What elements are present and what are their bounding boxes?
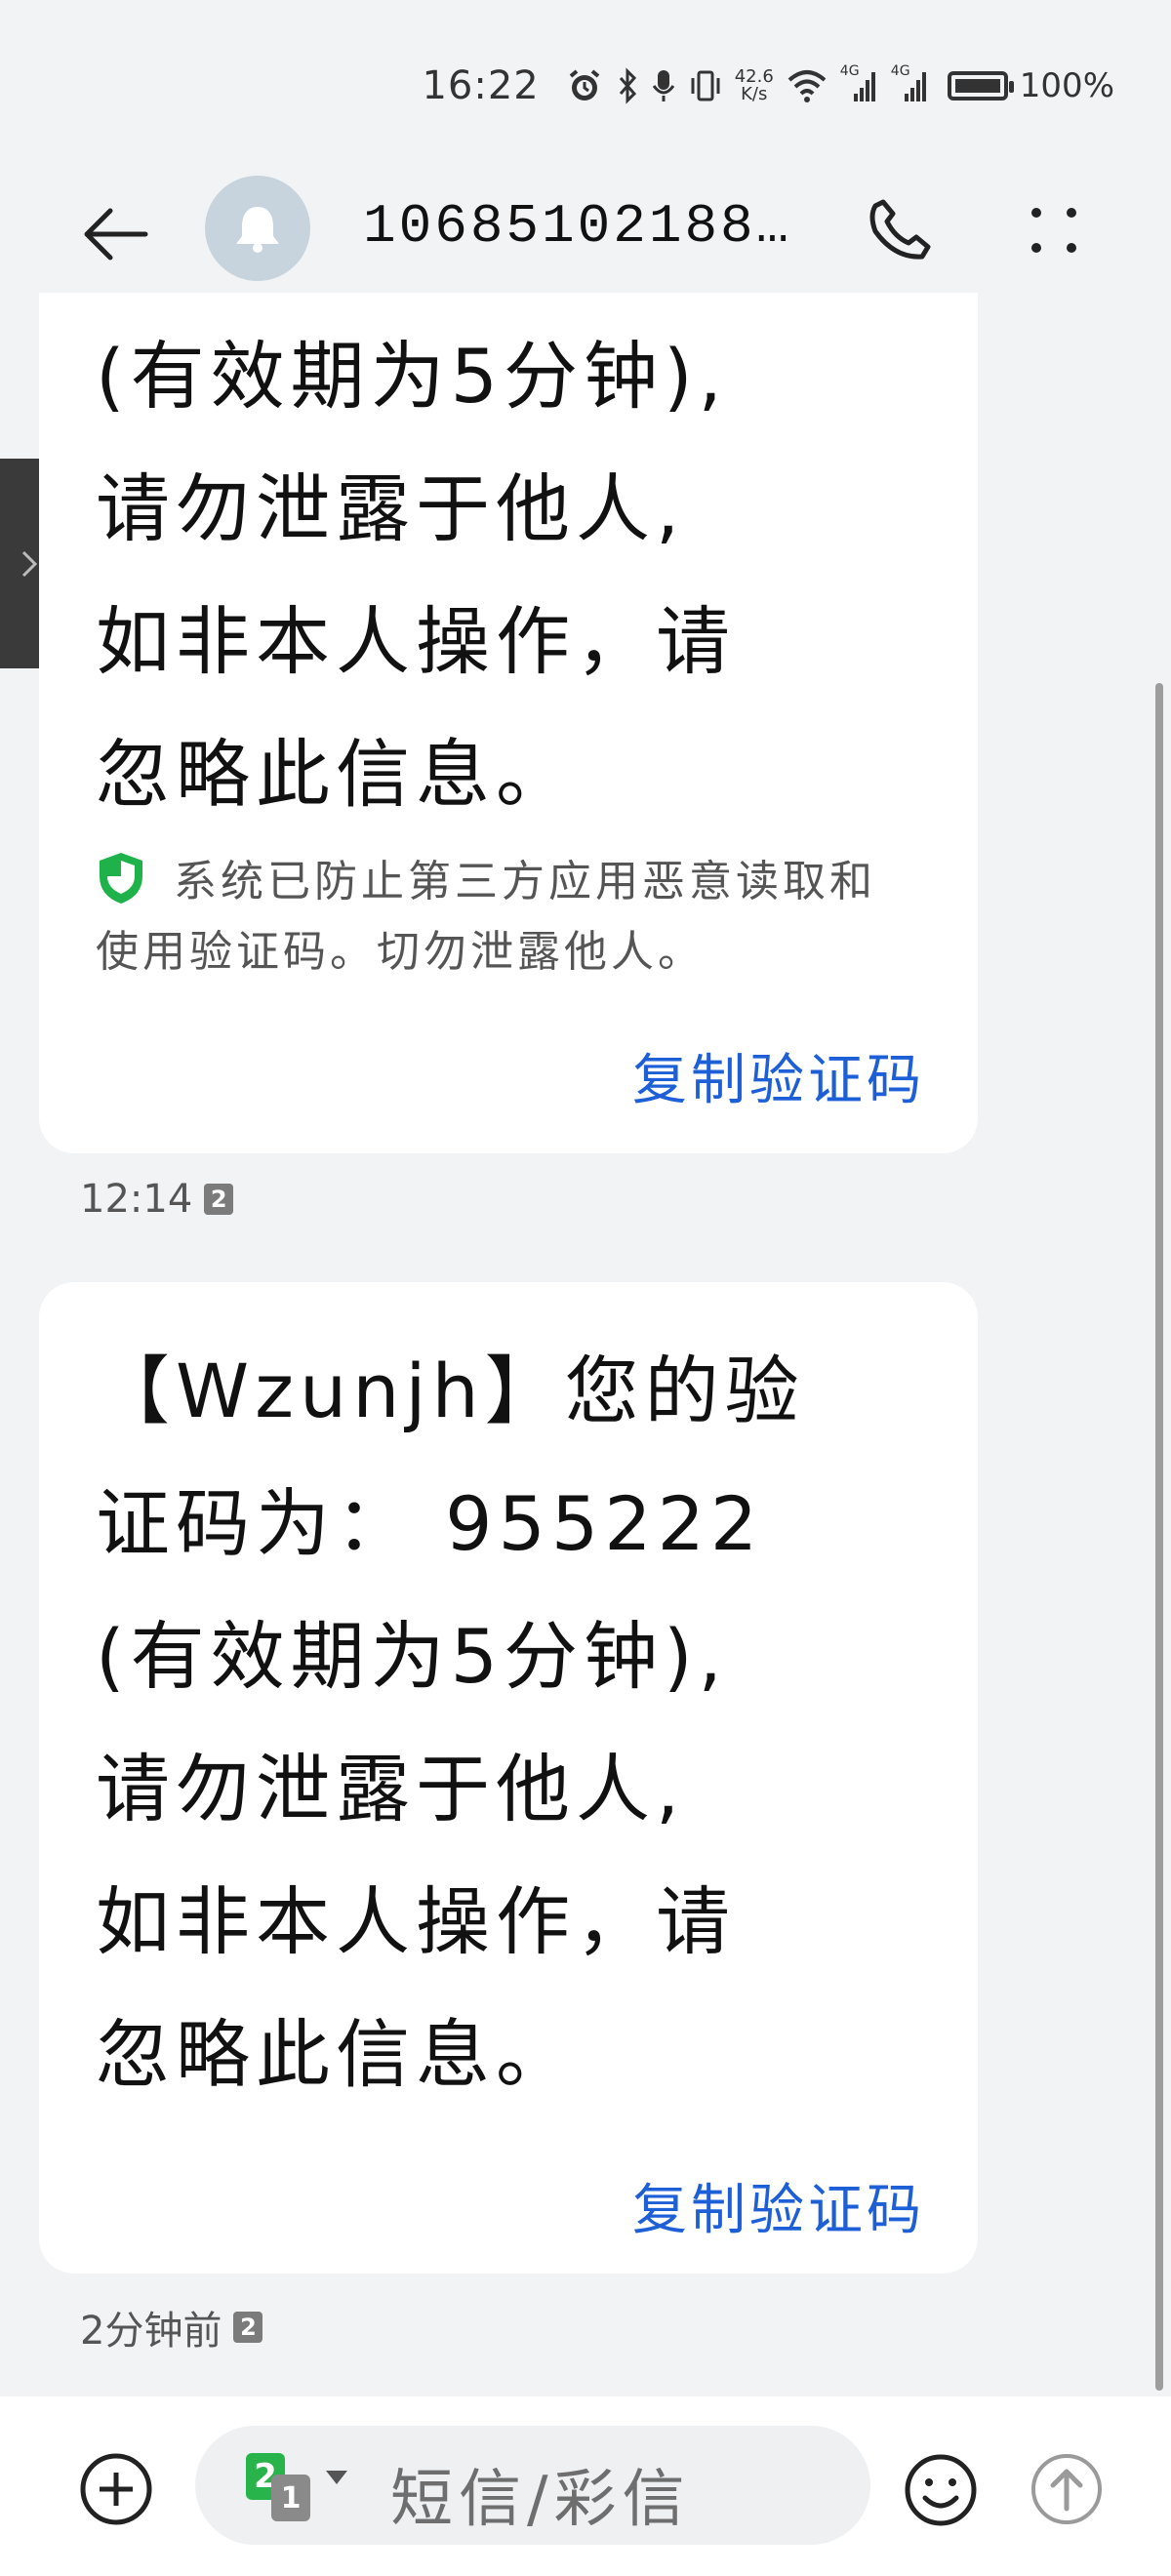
bluetooth-icon xyxy=(616,66,639,105)
security-note-text: 系统已防止第三方应用恶意读取和使用验证码。切勿泄露他人。 xyxy=(96,857,876,977)
more-dots-icon xyxy=(1031,208,1076,253)
composer-bar: 2 1 短信/彩信 xyxy=(0,2396,1171,2576)
phone-icon xyxy=(869,199,931,260)
status-icons: 16:22 42.6 K/s 4G 4G 100% xyxy=(422,57,1114,115)
timestamp-text: 2分钟前 xyxy=(80,2309,222,2354)
signal-label-2: 4G xyxy=(890,63,910,79)
signal-label-1: 4G xyxy=(839,63,860,79)
signal-icon-1: 4G xyxy=(840,63,879,105)
chevron-right-icon xyxy=(21,550,38,577)
input-placeholder: 短信/彩信 xyxy=(390,2464,691,2536)
net-speed-unit: K/s xyxy=(741,84,768,104)
back-button[interactable] xyxy=(76,195,154,273)
sim-back-badge: 1 xyxy=(271,2475,310,2521)
send-arrow-icon xyxy=(1031,2454,1102,2524)
alarm-icon xyxy=(565,66,604,105)
message-text: 【Wzunjh】您的验 证码为： 955222 (有效期为5分钟), 请勿泄露于… xyxy=(96,1348,805,2098)
vibrate-icon xyxy=(688,66,723,105)
copy-code-button[interactable]: 复制验证码 xyxy=(632,1036,925,1115)
message-input[interactable]: 2 1 短信/彩信 xyxy=(195,2426,870,2545)
security-note: 系统已防止第三方应用恶意读取和使用验证码。切勿泄露他人。 xyxy=(96,847,909,987)
smiley-icon xyxy=(905,2454,977,2526)
message-timestamp: 12:14 2 xyxy=(80,1177,234,1222)
status-time: 16:22 xyxy=(422,63,540,108)
message-bubble[interactable]: 【Wzunjh】您的验 证码为： 955222 (有效期为5分钟), 请勿泄露于… xyxy=(39,1282,978,2274)
send-button[interactable] xyxy=(1025,2447,1109,2531)
battery-percent: 100% xyxy=(1019,66,1114,105)
more-options-button[interactable] xyxy=(1015,191,1093,269)
copy-code-button[interactable]: 复制验证码 xyxy=(632,2166,925,2245)
bell-icon xyxy=(236,207,279,253)
emoji-button[interactable] xyxy=(900,2449,982,2531)
signal-icon-2: 4G xyxy=(891,63,930,105)
sim-badge: 2 xyxy=(204,1184,234,1215)
scrollbar[interactable] xyxy=(1155,683,1163,2391)
status-bar: 16:22 42.6 K/s 4G 4G 100% xyxy=(0,0,1171,166)
shield-icon xyxy=(100,853,142,904)
conversation-title[interactable]: 106851021880… xyxy=(363,195,822,258)
net-speed: 42.6 K/s xyxy=(735,68,774,103)
wifi-icon xyxy=(786,66,828,105)
back-arrow-icon xyxy=(84,208,148,261)
plus-circle-icon xyxy=(80,2453,152,2525)
sim-badge: 2 xyxy=(233,2312,263,2343)
battery-icon xyxy=(947,71,1014,101)
add-attachment-button[interactable] xyxy=(78,2451,154,2527)
microphone-icon xyxy=(651,66,676,105)
chevron-down-icon xyxy=(326,2471,347,2484)
message-bubble[interactable]: (有效期为5分钟), 请勿泄露于他人, 如非本人操作，请 忽略此信息。 系统已防… xyxy=(39,293,978,1153)
sim-selector[interactable]: 2 1 xyxy=(246,2453,353,2521)
avatar[interactable] xyxy=(205,176,310,281)
message-timestamp: 2分钟前 2 xyxy=(80,2299,263,2355)
conversation-header: 106851021880… xyxy=(0,166,1171,307)
message-text: (有效期为5分钟), 请勿泄露于他人, 如非本人操作，请 忽略此信息。 xyxy=(96,333,736,818)
call-button[interactable] xyxy=(861,191,939,269)
timestamp-text: 12:14 xyxy=(80,1177,193,1222)
